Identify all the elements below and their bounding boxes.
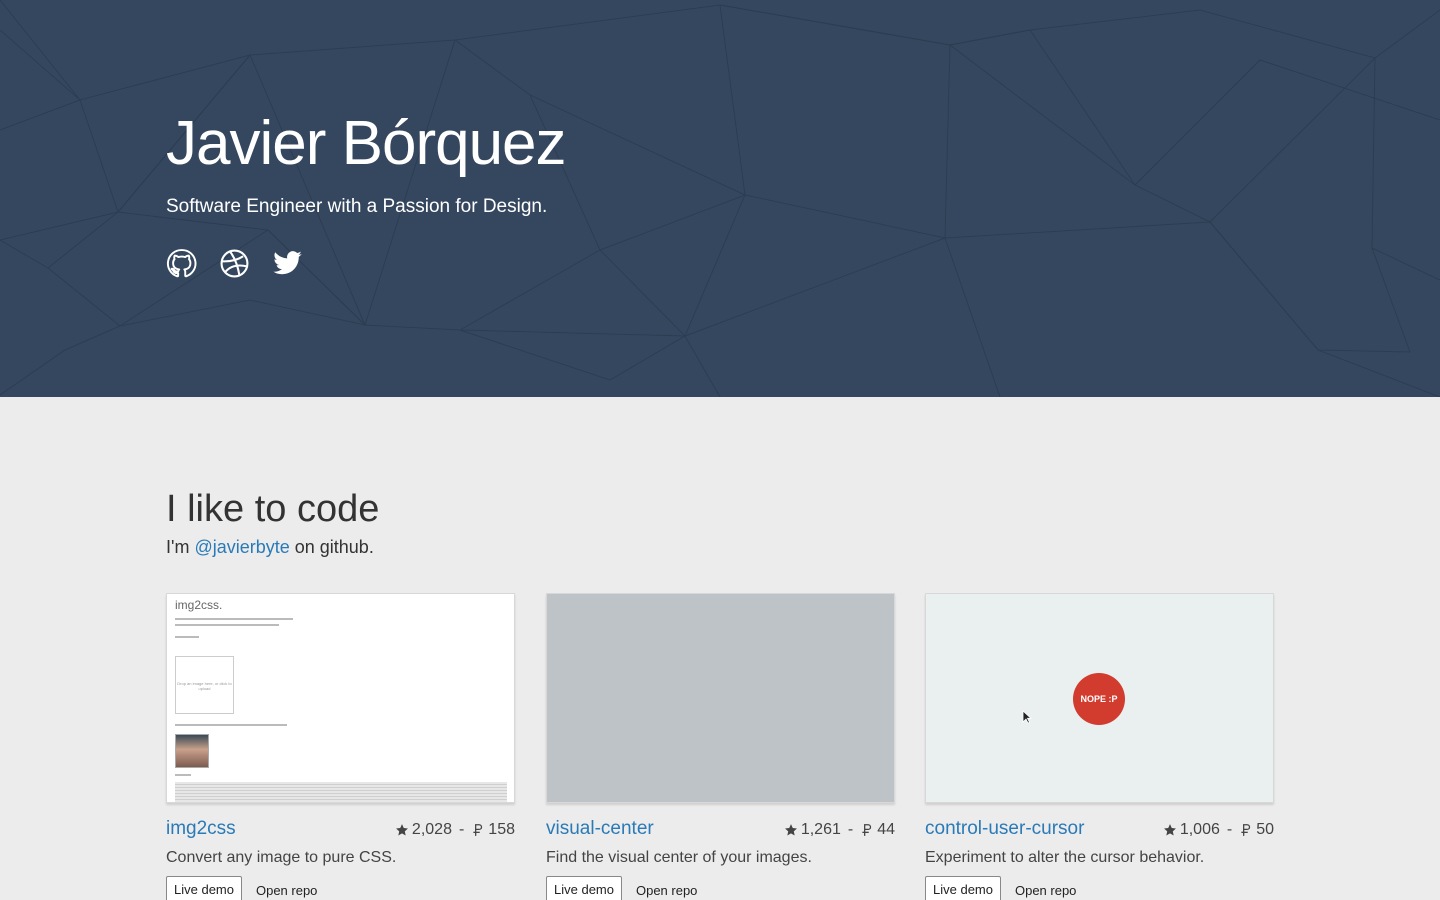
project-preview[interactable]: img2css. Drop an image here, or click to… [166, 593, 515, 803]
subtitle-prefix: I'm [166, 537, 195, 557]
stats-separator: - [1226, 821, 1233, 838]
live-demo-button[interactable]: Live demo [546, 876, 622, 900]
project-preview[interactable] [546, 593, 895, 803]
star-icon [784, 824, 797, 836]
project-card-control-user-cursor: NOPE :P control-user-cursor 1,006 - 50 E… [925, 593, 1274, 900]
project-meta: visual-center 1,261 - 44 [546, 818, 895, 842]
project-meta: control-user-cursor 1,006 - 50 [925, 818, 1274, 842]
project-stats: 2,028 - 158 [395, 821, 515, 839]
star-count: 2,028 [411, 821, 452, 838]
project-stats: 1,261 - 44 [784, 821, 895, 839]
star-icon [1163, 824, 1176, 836]
star-icon [395, 824, 408, 836]
hero-header: Javier Bórquez Software Engineer with a … [0, 0, 1440, 397]
twitter-link[interactable] [272, 248, 303, 279]
project-description: Convert any image to pure CSS. [166, 849, 397, 866]
open-repo-link[interactable]: Open repo [1015, 883, 1076, 898]
live-demo-button[interactable]: Live demo [166, 876, 242, 900]
star-count: 1,261 [800, 821, 841, 838]
project-name-link[interactable]: visual-center [546, 818, 654, 840]
preview-drop-zone: Drop an image here, or click to upload [175, 656, 234, 714]
project-meta: img2css 2,028 - 158 [166, 818, 515, 842]
github-link[interactable] [166, 248, 197, 279]
fork-icon [1241, 824, 1251, 836]
fork-count: 50 [1256, 821, 1274, 838]
preview-code-block [175, 782, 507, 802]
project-name-link[interactable]: img2css [166, 818, 236, 840]
dribbble-icon [220, 249, 249, 278]
open-repo-link[interactable]: Open repo [636, 883, 697, 898]
project-stats: 1,006 - 50 [1163, 821, 1274, 839]
project-card-visual-center: visual-center 1,261 - 44 Find the visual… [546, 593, 895, 900]
project-card-img2css: img2css. Drop an image here, or click to… [166, 593, 515, 900]
social-links [166, 248, 303, 279]
stats-separator: - [458, 821, 465, 838]
tagline: Software Engineer with a Passion for Des… [166, 196, 548, 217]
star-count: 1,006 [1179, 821, 1220, 838]
project-name-link[interactable]: control-user-cursor [925, 818, 1084, 840]
section-title: I like to code [166, 488, 380, 530]
section-subtitle: I'm @javierbyte on github. [166, 537, 374, 558]
preview-text-line [175, 774, 191, 776]
fork-count: 158 [488, 821, 515, 838]
github-handle-link[interactable]: @javierbyte [194, 537, 289, 557]
github-icon [166, 249, 197, 278]
nope-badge: NOPE :P [1073, 673, 1125, 725]
open-repo-link[interactable]: Open repo [256, 883, 317, 898]
project-actions: Live demo Open repo [925, 876, 1076, 900]
preview-title: img2css. [175, 598, 223, 612]
project-description: Experiment to alter the cursor behavior. [925, 849, 1205, 866]
project-actions: Live demo Open repo [546, 876, 697, 900]
preview-sample-image [175, 734, 209, 768]
project-actions: Live demo Open repo [166, 876, 317, 900]
cursor-icon [1022, 710, 1032, 724]
twitter-icon [273, 251, 302, 275]
preview-text-line [175, 636, 199, 638]
preview-text-line [175, 724, 287, 726]
preview-text-line [175, 618, 293, 620]
fork-icon [473, 824, 483, 836]
fork-icon [862, 824, 872, 836]
live-demo-button[interactable]: Live demo [925, 876, 1001, 900]
subtitle-suffix: on github. [289, 537, 374, 557]
dribbble-link[interactable] [219, 248, 250, 279]
stats-separator: - [847, 821, 854, 838]
page-title: Javier Bórquez [166, 109, 567, 178]
project-description: Find the visual center of your images. [546, 849, 812, 866]
fork-count: 44 [877, 821, 895, 838]
preview-text-line [175, 624, 279, 626]
project-preview[interactable]: NOPE :P [925, 593, 1274, 803]
